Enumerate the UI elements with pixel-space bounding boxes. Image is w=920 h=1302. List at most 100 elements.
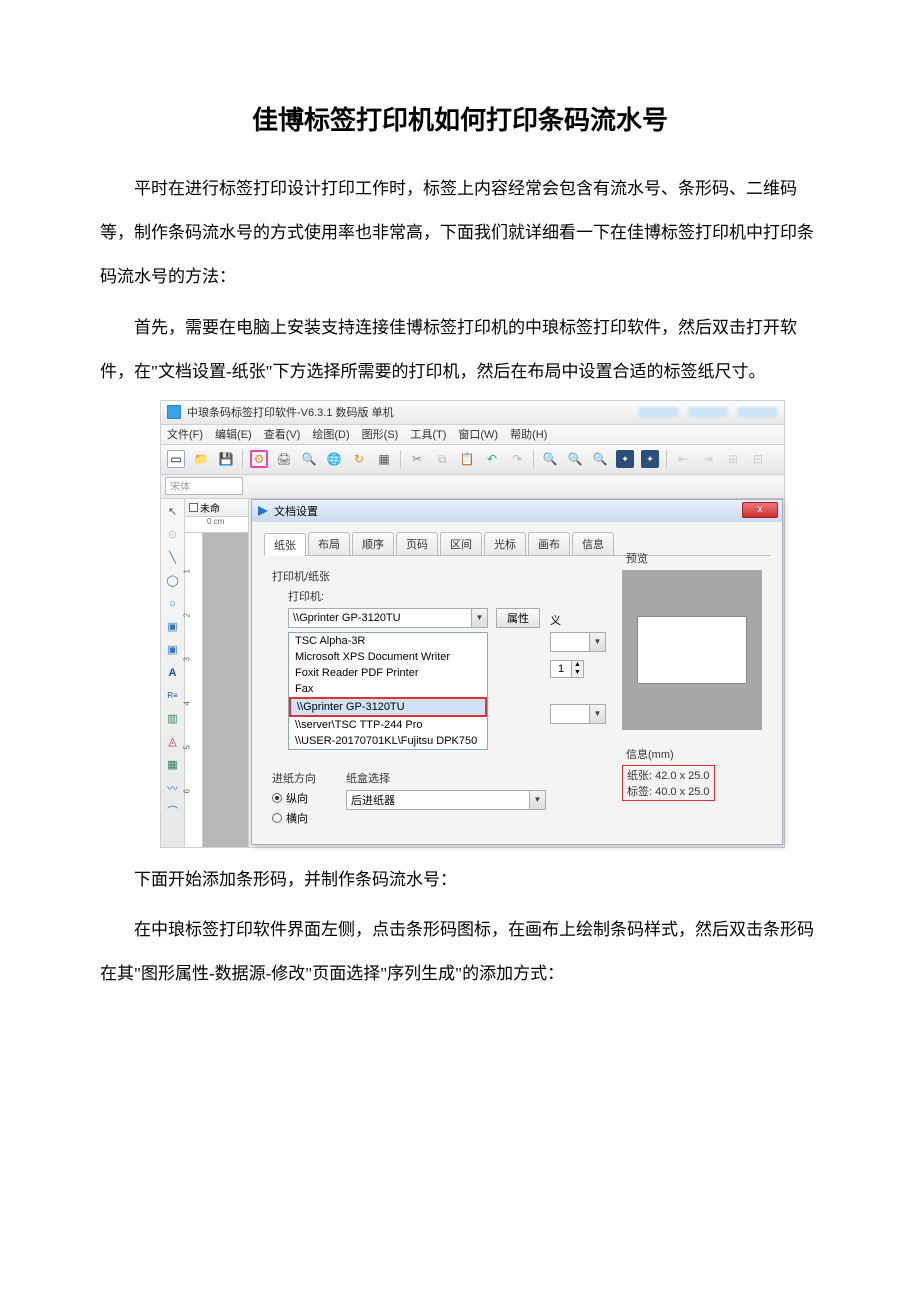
fit2-icon[interactable]: ✦ xyxy=(641,450,659,468)
chevron-down-icon[interactable]: ▼ xyxy=(529,791,545,809)
menu-window[interactable]: 窗口(W) xyxy=(458,426,498,442)
menubar: 文件(F) 编辑(E) 查看(V) 绘图(D) 图形(S) 工具(T) 窗口(W… xyxy=(161,425,784,445)
menu-shape[interactable]: 图形(S) xyxy=(362,426,399,442)
canvas-column: 未命 0 cm 1 2 3 4 5 6 xyxy=(185,499,249,847)
image2-icon[interactable]: ▣ xyxy=(165,642,181,658)
arc-icon[interactable]: ⌒ xyxy=(165,803,181,819)
hand-icon[interactable]: ⊙ xyxy=(165,527,181,543)
radio-icon xyxy=(272,793,282,803)
line-icon[interactable]: ╲ xyxy=(165,550,181,566)
table-icon[interactable]: ▦ xyxy=(165,757,181,773)
paste-icon[interactable]: 📋 xyxy=(458,450,476,468)
menu-help[interactable]: 帮助(H) xyxy=(510,426,547,442)
curve-icon[interactable]: 〰 xyxy=(165,780,181,796)
fit1-icon[interactable]: ✦ xyxy=(616,450,634,468)
align3-icon[interactable]: ⊞ xyxy=(724,450,742,468)
search3-icon[interactable]: 🔍 xyxy=(591,450,609,468)
tab-info[interactable]: 信息 xyxy=(572,532,614,555)
circle-icon[interactable]: ○ xyxy=(165,596,181,612)
doc-tab[interactable]: 未命 xyxy=(185,499,248,517)
globe-icon[interactable]: 🌐 xyxy=(325,450,343,468)
radio-icon xyxy=(272,813,282,823)
font-combo[interactable]: 宋体 xyxy=(165,477,243,495)
canvas[interactable] xyxy=(203,533,248,847)
align4-icon[interactable]: ⊟ xyxy=(749,450,767,468)
dialog-close-button[interactable]: x xyxy=(742,502,778,518)
new-icon[interactable]: ▭ xyxy=(167,450,185,468)
doc-tab-icon xyxy=(189,503,198,512)
tray-combo[interactable]: 后进纸器 ▼ xyxy=(346,790,546,810)
refresh-icon[interactable]: ↻ xyxy=(350,450,368,468)
align2-icon[interactable]: ⇥ xyxy=(699,450,717,468)
tab-paper[interactable]: 纸张 xyxy=(264,533,306,556)
printer-option[interactable]: \\server\TSC TTP-244 Pro xyxy=(289,717,487,733)
window-title: 中琅条码标签打印软件-V6.3.1 数码版 单机 xyxy=(187,404,394,420)
undo-icon[interactable]: ↶ xyxy=(483,450,501,468)
paragraph-3: 下面开始添加条形码，并制作条码流水号： xyxy=(100,858,820,902)
preview-page xyxy=(637,616,747,684)
paper-extra-combo[interactable]: ▼ xyxy=(550,704,606,724)
zoom-icon[interactable]: 🔍 xyxy=(300,450,318,468)
tab-cursor[interactable]: 光标 xyxy=(484,532,526,555)
menu-file[interactable]: 文件(F) xyxy=(167,426,203,442)
tab-page[interactable]: 页码 xyxy=(396,532,438,555)
tab-range[interactable]: 区间 xyxy=(440,532,482,555)
printer-option-selected[interactable]: \\Gprinter GP-3120TU xyxy=(289,697,487,717)
menu-edit[interactable]: 编辑(E) xyxy=(215,426,252,442)
printer-dropdown-list: TSC Alpha-3R Microsoft XPS Document Writ… xyxy=(288,632,488,750)
search1-icon[interactable]: 🔍 xyxy=(541,450,559,468)
app-icon xyxy=(167,405,181,419)
work-area: ↖ ⊙ ╲ ◯ ○ ▣ ▣ A R≡ ▥ ◬ ▦ 〰 ⌒ 未命 0 cm 1 xyxy=(161,499,784,847)
paper-def-combo[interactable]: ▼ xyxy=(550,632,606,652)
preview-pane: 预览 信息(mm) 纸张: 42.0 x 25.0 标签: 40.0 x 25.… xyxy=(622,550,772,801)
barcode-icon[interactable]: ▥ xyxy=(165,711,181,727)
redo-icon[interactable]: ↷ xyxy=(508,450,526,468)
printer-option[interactable]: Microsoft XPS Document Writer xyxy=(289,649,487,665)
orient-portrait[interactable]: 纵向 xyxy=(272,790,316,806)
printer-option[interactable]: Fax xyxy=(289,681,487,697)
dialog-title: 文档设置 xyxy=(274,503,318,519)
printer-option[interactable]: TSC Alpha-3R xyxy=(289,633,487,649)
align1-icon[interactable]: ⇤ xyxy=(674,450,692,468)
image1-icon[interactable]: ▣ xyxy=(165,619,181,635)
preview-box xyxy=(622,570,762,730)
print-icon[interactable]: 🖨 xyxy=(275,450,293,468)
toolbar: ▭ 📁 💾 ⚙ 🖨 🔍 🌐 ↻ ▦ ✂ ⧉ 📋 ↶ ↷ 🔍 🔍 🔍 ✦ ✦ ⇤ … xyxy=(161,445,784,475)
qrcode-icon[interactable]: ◬ xyxy=(165,734,181,750)
printer-option[interactable]: Foxit Reader PDF Printer xyxy=(289,665,487,681)
copy-icon[interactable]: ⧉ xyxy=(433,450,451,468)
cut-icon[interactable]: ✂ xyxy=(408,450,426,468)
dialog-body: 纸张 布局 顺序 页码 区间 光标 画布 信息 打印机/纸张 打印机: \\Gp… xyxy=(252,522,782,844)
ruler-top: 0 cm xyxy=(185,517,248,533)
richtext-icon[interactable]: R≡ xyxy=(165,688,181,704)
tab-layout[interactable]: 布局 xyxy=(308,532,350,555)
menu-draw[interactable]: 绘图(D) xyxy=(312,426,349,442)
search2-icon[interactable]: 🔍 xyxy=(566,450,584,468)
doc-settings-icon[interactable]: ⚙ xyxy=(250,450,268,468)
chevron-down-icon[interactable]: ▼ xyxy=(589,633,605,651)
chevron-down-icon[interactable]: ▼ xyxy=(471,609,487,627)
tab-order[interactable]: 顺序 xyxy=(352,532,394,555)
chevron-down-icon[interactable]: ▼ xyxy=(589,705,605,723)
tray-value: 后进纸器 xyxy=(351,792,395,808)
menu-view[interactable]: 查看(V) xyxy=(264,426,301,442)
spin-buttons[interactable]: ▲▼ xyxy=(572,660,584,678)
printer-option[interactable]: \\USER-20170701KL\Fujitsu DPK750 xyxy=(289,733,487,749)
copies-spin[interactable]: ▲▼ xyxy=(550,660,608,678)
grid-icon[interactable]: ▦ xyxy=(375,450,393,468)
orient-landscape[interactable]: 横向 xyxy=(272,810,316,826)
info-paper-size: 纸张: 42.0 x 25.0 标签: 40.0 x 25.0 xyxy=(622,765,715,801)
feed-label: 进纸方向 xyxy=(272,770,316,786)
left-toolbox: ↖ ⊙ ╲ ◯ ○ ▣ ▣ A R≡ ▥ ◬ ▦ 〰 ⌒ xyxy=(161,499,185,847)
text-icon[interactable]: A xyxy=(165,665,181,681)
menu-tool[interactable]: 工具(T) xyxy=(410,426,446,442)
pointer-icon[interactable]: ↖ xyxy=(165,504,181,520)
printer-combo-value: \\Gprinter GP-3120TU xyxy=(293,612,401,624)
ellipse-icon[interactable]: ◯ xyxy=(165,573,181,589)
copies-input[interactable] xyxy=(550,660,572,678)
printer-combo[interactable]: \\Gprinter GP-3120TU ▼ xyxy=(288,608,488,628)
printer-attr-button[interactable]: 属性 xyxy=(496,608,540,628)
open-icon[interactable]: 📁 xyxy=(192,450,210,468)
save-icon[interactable]: 💾 xyxy=(217,450,235,468)
tab-canvas[interactable]: 画布 xyxy=(528,532,570,555)
